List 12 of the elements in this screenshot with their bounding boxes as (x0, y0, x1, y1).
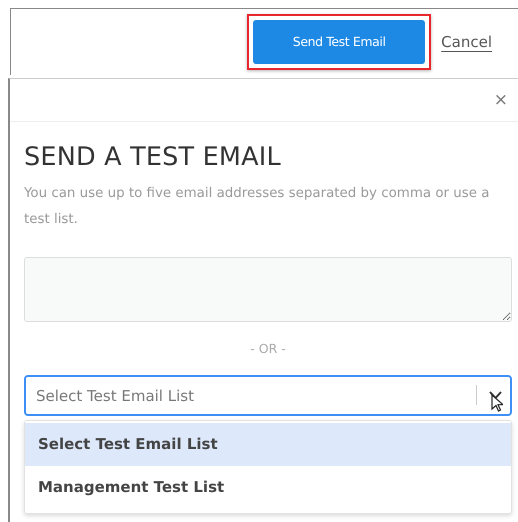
mouse-pointer-icon (491, 394, 503, 412)
send-test-email-button[interactable]: Send Test Email (253, 20, 426, 64)
email-addresses-field[interactable] (24, 256, 512, 322)
dropdown-option[interactable]: Management Test List (25, 466, 511, 509)
or-separator: - OR - (249, 340, 287, 358)
dropdown-option[interactable]: Select Test Email List (25, 423, 511, 466)
test-list-select[interactable]: Select Test Email List (24, 375, 512, 416)
modal-title: SEND A TEST EMAIL (24, 142, 282, 173)
chevron-icon (489, 390, 502, 400)
cancel-link[interactable]: Cancel (441, 30, 492, 54)
close-button[interactable]: × (492, 92, 510, 108)
description-text: You can use up to five email addresses separated by comma or use a test list. (24, 184, 490, 229)
